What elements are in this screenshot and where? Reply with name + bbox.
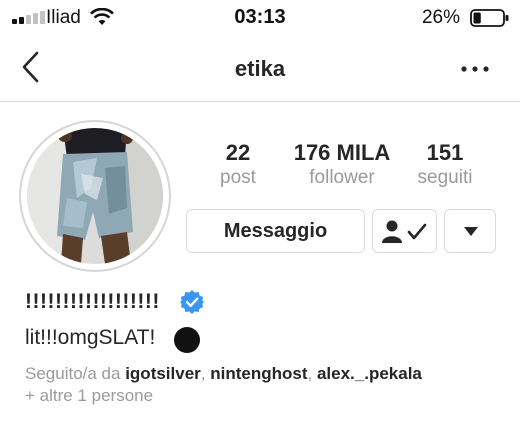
suggestions-dropdown-button[interactable] xyxy=(444,209,496,253)
status-bar: Iliad 03:13 26% xyxy=(0,0,520,36)
profile-username: etika xyxy=(234,56,286,81)
follower-username[interactable]: nintenghost xyxy=(210,364,307,383)
bio-text: lit!!!omgSLAT! xyxy=(25,326,156,349)
nav-bar: etika xyxy=(0,36,520,102)
profile-avatar[interactable] xyxy=(19,120,171,272)
followed-by-more[interactable]: + altre 1 persone xyxy=(25,386,153,406)
following-button[interactable] xyxy=(372,209,437,253)
stat-label: post xyxy=(220,167,256,188)
message-button[interactable]: Messaggio xyxy=(186,209,365,253)
more-horizontal-icon[interactable] xyxy=(460,64,490,74)
follower-username[interactable]: igotsilver xyxy=(125,364,201,383)
battery-icon xyxy=(470,9,509,27)
stat-followers[interactable]: 176 MILA follower xyxy=(284,140,400,190)
stat-label: follower xyxy=(309,167,375,188)
verified-badge-icon xyxy=(180,290,204,314)
avatar xyxy=(27,128,163,264)
stat-value: 22 xyxy=(225,140,251,165)
person-check-icon xyxy=(382,220,427,243)
stat-label: seguiti xyxy=(417,167,473,188)
followed-by-prefix: Seguito/a da xyxy=(25,364,126,383)
black-circle-emoji-icon xyxy=(174,327,200,353)
caret-down-icon xyxy=(464,227,478,236)
display-name: !!!!!!!!!!!!!!!!!! xyxy=(25,290,160,313)
stat-value: 176 MILA xyxy=(293,140,391,165)
stat-posts[interactable]: 22 post xyxy=(208,140,268,190)
stat-following[interactable]: 151 seguiti xyxy=(408,140,482,190)
follower-username[interactable]: alex._.pekala xyxy=(317,364,422,383)
battery-percent: 26% xyxy=(421,7,460,28)
followed-by-text[interactable]: Seguito/a da igotsilver, nintenghost, al… xyxy=(25,364,422,384)
stat-value: 151 xyxy=(426,140,464,165)
